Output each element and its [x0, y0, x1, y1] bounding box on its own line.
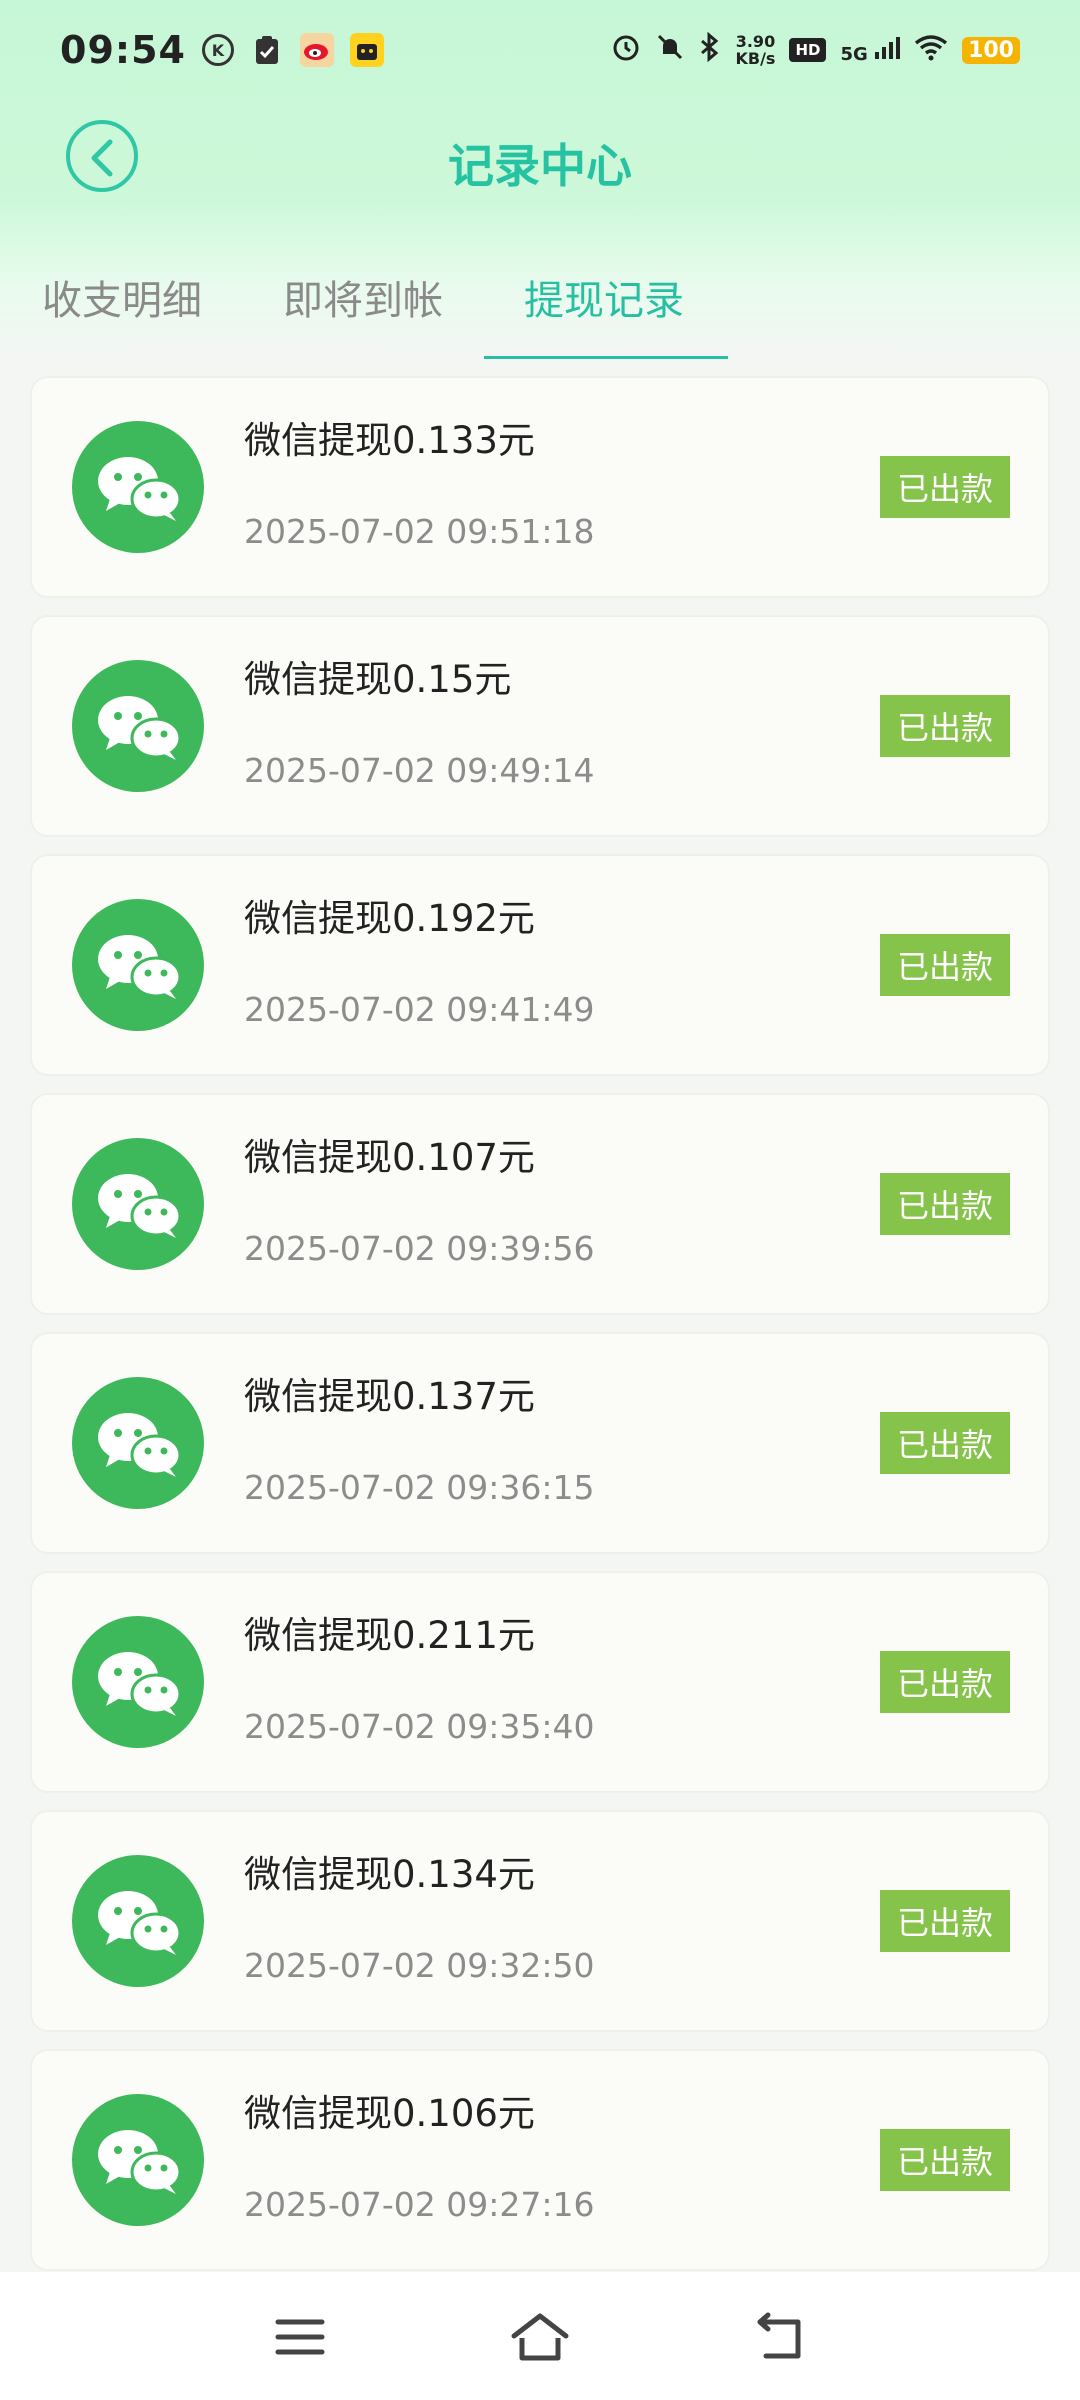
record-time: 2025-07-02 09:51:18 — [244, 512, 595, 551]
withdrawal-record-card[interactable]: 微信提现0.137元 2025-07-02 09:36:15 已出款 — [30, 1332, 1050, 1554]
wechat-icon — [72, 421, 204, 553]
wechat-icon — [72, 899, 204, 1031]
record-time: 2025-07-02 09:27:16 — [244, 2185, 595, 2224]
active-tab-indicator — [484, 356, 728, 359]
withdrawal-record-card[interactable]: 微信提现0.15元 2025-07-02 09:49:14 已出款 — [30, 615, 1050, 837]
record-time: 2025-07-02 09:39:56 — [244, 1229, 595, 1268]
record-title: 微信提现0.15元 — [244, 658, 512, 701]
status-badge: 已出款 — [880, 1173, 1010, 1235]
signal-5g: 5G — [840, 36, 901, 65]
wechat-icon — [72, 1616, 204, 1748]
clipboard-check-icon — [250, 33, 284, 67]
alarm-icon — [611, 32, 641, 69]
record-title: 微信提现0.133元 — [244, 419, 535, 462]
tab-withdrawal-records[interactable]: 提现记录 — [524, 268, 684, 326]
record-time: 2025-07-02 09:35:40 — [244, 1707, 595, 1746]
signal-label: 5G — [840, 43, 868, 65]
withdrawal-record-card[interactable]: 微信提现0.107元 2025-07-02 09:39:56 已出款 — [30, 1093, 1050, 1315]
battery-level: 100 — [962, 36, 1020, 64]
record-time: 2025-07-02 09:49:14 — [244, 751, 595, 790]
record-title: 微信提现0.137元 — [244, 1375, 535, 1418]
tab-upcoming[interactable]: 即将到帐 — [283, 268, 443, 326]
tab-bar: 收支明细 即将到帐 提现记录 — [0, 240, 1080, 360]
status-badge: 已出款 — [880, 1890, 1010, 1952]
page-title: 记录中心 — [448, 139, 632, 193]
wechat-icon — [72, 2094, 204, 2226]
k-app-icon: K — [201, 34, 234, 66]
page: 09:54 K 3.90 KB/s HD 5G 100 记录中心 收支明细 即将… — [0, 0, 1080, 2400]
withdrawal-record-card[interactable]: 微信提现0.133元 2025-07-02 09:51:18 已出款 — [30, 376, 1050, 598]
back-arrow-icon — [757, 2312, 801, 2359]
mute-bell-icon — [655, 32, 685, 69]
network-speed: 3.90 KB/s — [735, 33, 775, 67]
record-time: 2025-07-02 09:36:15 — [244, 1468, 595, 1507]
menu-button[interactable] — [270, 2312, 330, 2362]
tab-income-expense[interactable]: 收支明细 — [42, 268, 202, 326]
withdrawal-record-card[interactable]: 微信提现0.134元 2025-07-02 09:32:50 已出款 — [30, 1810, 1050, 2032]
withdrawal-record-card[interactable]: 微信提现0.106元 2025-07-02 09:27:16 已出款 — [30, 2049, 1050, 2271]
status-badge: 已出款 — [880, 1412, 1010, 1474]
record-title: 微信提现0.106元 — [244, 2092, 535, 2135]
status-badge: 已出款 — [880, 456, 1010, 518]
withdrawal-record-list: 微信提现0.133元 2025-07-02 09:51:18 已出款 微信提现0.15… — [30, 376, 1050, 2288]
hd-badge: HD — [789, 38, 827, 62]
wifi-icon — [914, 33, 948, 68]
status-bar-right: 3.90 KB/s HD 5G 100 — [611, 31, 1020, 69]
status-badge: 已出款 — [880, 2129, 1010, 2191]
menu-icon — [275, 2319, 325, 2355]
record-time: 2025-07-02 09:32:50 — [244, 1946, 595, 1985]
wechat-icon — [72, 660, 204, 792]
withdrawal-record-card[interactable]: 微信提现0.211元 2025-07-02 09:35:40 已出款 — [30, 1571, 1050, 1793]
network-speed-value: 3.90 — [735, 32, 776, 51]
weibo-icon — [299, 33, 334, 67]
record-title: 微信提现0.211元 — [244, 1614, 535, 1657]
record-title: 微信提现0.192元 — [244, 897, 535, 940]
app-notification-icon — [349, 33, 384, 67]
status-badge: 已出款 — [880, 695, 1010, 757]
bluetooth-icon — [699, 31, 721, 69]
status-badge: 已出款 — [880, 934, 1010, 996]
system-nav-bar — [0, 2272, 1080, 2400]
wechat-icon — [72, 1138, 204, 1270]
wechat-icon — [72, 1855, 204, 1987]
status-bar: 09:54 K 3.90 KB/s HD 5G 100 — [0, 0, 1080, 100]
home-icon — [511, 2313, 569, 2361]
status-bar-left: 09:54 K — [60, 28, 384, 72]
status-badge: 已出款 — [880, 1651, 1010, 1713]
home-button[interactable] — [510, 2312, 570, 2362]
record-time: 2025-07-02 09:41:49 — [244, 990, 595, 1029]
withdrawal-record-card[interactable]: 微信提现0.192元 2025-07-02 09:41:49 已出款 — [30, 854, 1050, 1076]
wechat-icon — [72, 1377, 204, 1509]
record-title: 微信提现0.107元 — [244, 1136, 535, 1179]
record-title: 微信提现0.134元 — [244, 1853, 535, 1896]
status-time: 09:54 — [60, 28, 186, 72]
network-speed-unit: KB/s — [735, 49, 776, 68]
system-back-button[interactable] — [750, 2312, 810, 2362]
nav-bar: 记录中心 — [0, 100, 1080, 220]
signal-bars-icon — [875, 36, 901, 59]
